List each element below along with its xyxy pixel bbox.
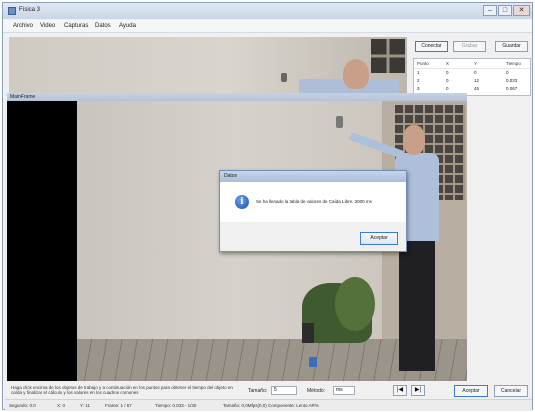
aceptar-button[interactable]: Aceptar [454, 385, 488, 397]
dialog-message: Se ha llenado la tabla de valores de Caí… [256, 199, 372, 204]
status-y: Y: 11 [80, 403, 90, 408]
table-cell[interactable]: 0 [446, 70, 449, 75]
status-frame: Frame: 1 / 67 [105, 403, 132, 408]
table-cell[interactable]: 2 [417, 78, 420, 83]
app-icon [8, 7, 16, 15]
table-cell[interactable]: 0 [446, 86, 449, 91]
main-frame-title: MainFrame [10, 94, 36, 100]
person-legs-image [399, 241, 435, 371]
status-bar: Segundo: 0.0 X: 0 Y: 11 Frame: 1 / 67 Ti… [5, 399, 532, 411]
next-frame-button[interactable]: ▶| [411, 385, 425, 396]
column-header[interactable]: Punto [417, 61, 429, 66]
menu-archivo[interactable]: Archivo [13, 23, 33, 29]
dialog-body: i Se ha llenado la tabla de valores de C… [220, 182, 406, 222]
column-header[interactable]: Y [474, 61, 477, 66]
plant-image [335, 277, 375, 331]
metodo-select[interactable]: ms [333, 386, 355, 395]
table-cell[interactable]: 0 [446, 78, 449, 83]
top-video-preview[interactable] [9, 37, 407, 94]
cancelar-button[interactable]: Cancelar [494, 385, 528, 397]
main-frame-title-bar[interactable]: MainFrame [7, 93, 467, 101]
table-cell[interactable]: 1 [417, 70, 420, 75]
status-info: Tamaño: 0,0Mfps(0,0) Componente: Lento A… [223, 403, 319, 408]
dialog-title: Datos [224, 173, 238, 179]
menu-datos[interactable]: Datos [95, 23, 111, 29]
table-cell[interactable]: 45 [474, 86, 479, 91]
menu-video[interactable]: Video [40, 23, 55, 29]
metodo-label: Método: [307, 388, 326, 394]
table-cell[interactable]: 12 [474, 78, 479, 83]
message-dialog: Datos i Se ha llenado la tabla de valore… [219, 170, 407, 252]
person-head-image [403, 125, 425, 155]
menu-ayuda[interactable]: Ayuda [119, 23, 136, 29]
status-segundo: Segundo: 0.0 [9, 403, 36, 408]
divider [414, 68, 530, 69]
falling-object-image [281, 73, 287, 82]
guardar-button[interactable]: Guardar [495, 41, 528, 52]
info-icon: i [235, 195, 249, 209]
status-x: X: 0 [57, 403, 66, 408]
data-table[interactable]: Punto X Y Tiempo 1 0 0 0 2 0 12 0.033 3 … [413, 58, 531, 96]
close-button[interactable]: ✕ [513, 5, 530, 16]
bottom-controls: Haga click encima de los objetos de trab… [5, 381, 532, 399]
maximize-button[interactable]: □ [498, 5, 512, 16]
menu-bar: Archivo Video Capturas Datos Ayuda [3, 20, 532, 33]
table-cell[interactable]: 0 [506, 70, 509, 75]
menu-capturas[interactable]: Capturas [64, 23, 88, 29]
instructions-text: Haga click encima de los objetos de trab… [11, 385, 233, 395]
dialog-title-bar[interactable]: Datos [220, 171, 406, 182]
pot-image [302, 323, 314, 343]
column-header[interactable]: X [446, 61, 449, 66]
conectar-button[interactable]: Conectar [415, 41, 448, 52]
falling-object-image [336, 116, 343, 128]
table-cell[interactable]: 0.033 [506, 78, 517, 83]
status-tiempo: Tiempo: 0.033 - 1/30 [155, 403, 197, 408]
previous-frame-button[interactable]: |◀ [393, 385, 407, 396]
tamano-input[interactable]: 5 [271, 386, 297, 395]
table-cell[interactable]: 0 [474, 70, 477, 75]
minimize-button[interactable]: – [483, 5, 497, 16]
ok-button[interactable]: Aceptar [360, 232, 398, 245]
grabar-button[interactable]: Grabar [453, 41, 486, 52]
window-title: Física 3 [19, 7, 41, 13]
can-image [309, 357, 317, 367]
title-bar: Física 3 – □ ✕ [3, 3, 532, 19]
app-window: Física 3 – □ ✕ Archivo Video Capturas Da… [2, 2, 533, 411]
table-cell[interactable]: 3 [417, 86, 420, 91]
tamano-label: Tamaño: [248, 388, 268, 394]
person-head-image [343, 59, 369, 89]
right-panel: Conectar Grabar Guardar Punto X Y Tiempo… [411, 37, 532, 97]
column-header[interactable]: Tiempo [506, 61, 521, 66]
table-cell[interactable]: 0.067 [506, 86, 517, 91]
window-image [371, 39, 405, 73]
